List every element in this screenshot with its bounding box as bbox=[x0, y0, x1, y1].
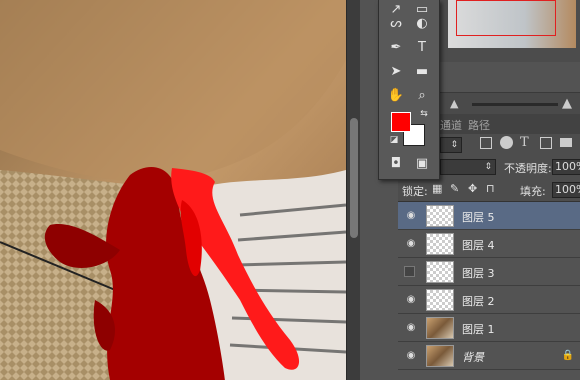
layer-row[interactable]: ◉ 图层 4 bbox=[398, 230, 580, 258]
eye-icon[interactable]: ◉ bbox=[404, 238, 418, 250]
zoom-in-icon[interactable]: ▲ bbox=[562, 96, 572, 111]
layer-name[interactable]: 图层 3 bbox=[462, 265, 495, 281]
tab-paths[interactable]: 路径 bbox=[468, 117, 490, 133]
lock-transparent-icon[interactable]: ▦ bbox=[432, 182, 442, 195]
tab-channels[interactable]: 通道 bbox=[440, 117, 462, 133]
layer-row[interactable]: ◉ 图层 5 bbox=[398, 202, 580, 230]
quick-mask-icon[interactable]: ◘ bbox=[385, 154, 407, 174]
scroll-thumb[interactable] bbox=[350, 118, 358, 238]
layer-thumbnail bbox=[426, 317, 454, 339]
tools-panel: ↗ ▭ ᔕ ◐ ✒ T ➤ ▬ ✋ ⌕ ⇆ ◪ ◘ ▣ bbox=[378, 0, 440, 180]
artwork bbox=[0, 0, 346, 380]
navigator-view-box[interactable] bbox=[456, 0, 556, 36]
eye-icon[interactable]: ◉ bbox=[404, 210, 418, 222]
fill-input[interactable]: 100% bbox=[552, 182, 580, 198]
layer-row[interactable]: ◉ 图层 1 bbox=[398, 314, 580, 342]
zoom-icon[interactable]: ⌕ bbox=[411, 86, 433, 106]
layer-row[interactable]: 图层 3 bbox=[398, 258, 580, 286]
eye-icon[interactable]: ◐ bbox=[411, 14, 433, 34]
filter-type-select[interactable]: ⇕ bbox=[440, 137, 462, 153]
lock-icon: 🔒 bbox=[561, 350, 574, 361]
visibility-off-box[interactable] bbox=[404, 266, 415, 277]
blend-mode-select[interactable]: ⇕ bbox=[440, 159, 496, 175]
layer-thumbnail bbox=[426, 233, 454, 255]
layer-name[interactable]: 图层 4 bbox=[462, 237, 495, 253]
eye-icon[interactable]: ◉ bbox=[404, 294, 418, 306]
filter-shape-icon[interactable] bbox=[540, 137, 552, 149]
layer-row[interactable]: ◉ 图层 2 bbox=[398, 286, 580, 314]
pen-icon[interactable]: ✒ bbox=[385, 38, 407, 58]
layer-name[interactable]: 图层 2 bbox=[462, 293, 495, 309]
opacity-label: 不透明度: bbox=[504, 162, 552, 175]
lock-position-icon[interactable]: ✥ bbox=[468, 182, 477, 195]
lock-paint-icon[interactable]: ✎ bbox=[450, 182, 459, 195]
layer-name[interactable]: 背景 bbox=[462, 349, 484, 365]
zoom-out-icon[interactable]: ▲ bbox=[450, 97, 458, 110]
navigator-panel bbox=[440, 0, 580, 62]
layers-list: ◉ 图层 5 ◉ 图层 4 图层 3 ◉ 图层 2 ◉ 图层 1 ◉ 背景 🔒 bbox=[398, 202, 580, 380]
hand-icon[interactable]: ✋ bbox=[385, 86, 407, 106]
rectangle-icon[interactable]: ▬ bbox=[411, 62, 433, 82]
layer-thumbnail bbox=[426, 205, 454, 227]
fill-label: 填充: bbox=[520, 185, 546, 198]
arrow-icon[interactable]: ➤ bbox=[385, 62, 407, 82]
layer-name[interactable]: 图层 1 bbox=[462, 321, 495, 337]
swap-colors-icon[interactable]: ⇆ bbox=[413, 104, 435, 124]
vertical-scrollbar[interactable] bbox=[346, 0, 360, 380]
layer-name[interactable]: 图层 5 bbox=[462, 209, 495, 225]
default-colors-icon[interactable]: ◪ bbox=[383, 130, 405, 150]
eye-icon[interactable]: ◉ bbox=[404, 322, 418, 334]
lasso-icon[interactable]: ᔕ bbox=[385, 14, 407, 34]
lock-row: 锁定: ▦ ✎ ✥ ⊓ 填充: 100% bbox=[398, 178, 580, 202]
screen-mode-icon[interactable]: ▣ bbox=[411, 154, 433, 174]
navigator-zoom-row: ▲ ▲ bbox=[440, 92, 580, 114]
filter-pixel-icon[interactable] bbox=[480, 137, 492, 149]
opacity-input[interactable]: 100% bbox=[552, 159, 580, 175]
layer-filter-row: ⇕ T bbox=[440, 134, 580, 156]
lock-label: 锁定: bbox=[402, 185, 428, 198]
type-icon[interactable]: T bbox=[411, 38, 433, 58]
filter-adjustment-icon[interactable] bbox=[500, 136, 513, 149]
layer-row[interactable]: ◉ 背景 🔒 bbox=[398, 342, 580, 370]
document-canvas[interactable] bbox=[0, 0, 346, 380]
zoom-slider[interactable] bbox=[472, 103, 558, 106]
filter-smartobject-icon[interactable] bbox=[560, 138, 572, 147]
foreground-color-swatch[interactable] bbox=[391, 112, 411, 132]
layer-thumbnail bbox=[426, 289, 454, 311]
layer-thumbnail bbox=[426, 261, 454, 283]
filter-type-icon[interactable]: T bbox=[520, 135, 529, 150]
eye-icon[interactable]: ◉ bbox=[404, 350, 418, 362]
layer-thumbnail bbox=[426, 345, 454, 367]
lock-all-icon[interactable]: ⊓ bbox=[486, 182, 495, 195]
blend-row: ⇕ 不透明度: 100% bbox=[440, 156, 580, 178]
layers-tabbar: 通道 路径 bbox=[440, 114, 580, 134]
